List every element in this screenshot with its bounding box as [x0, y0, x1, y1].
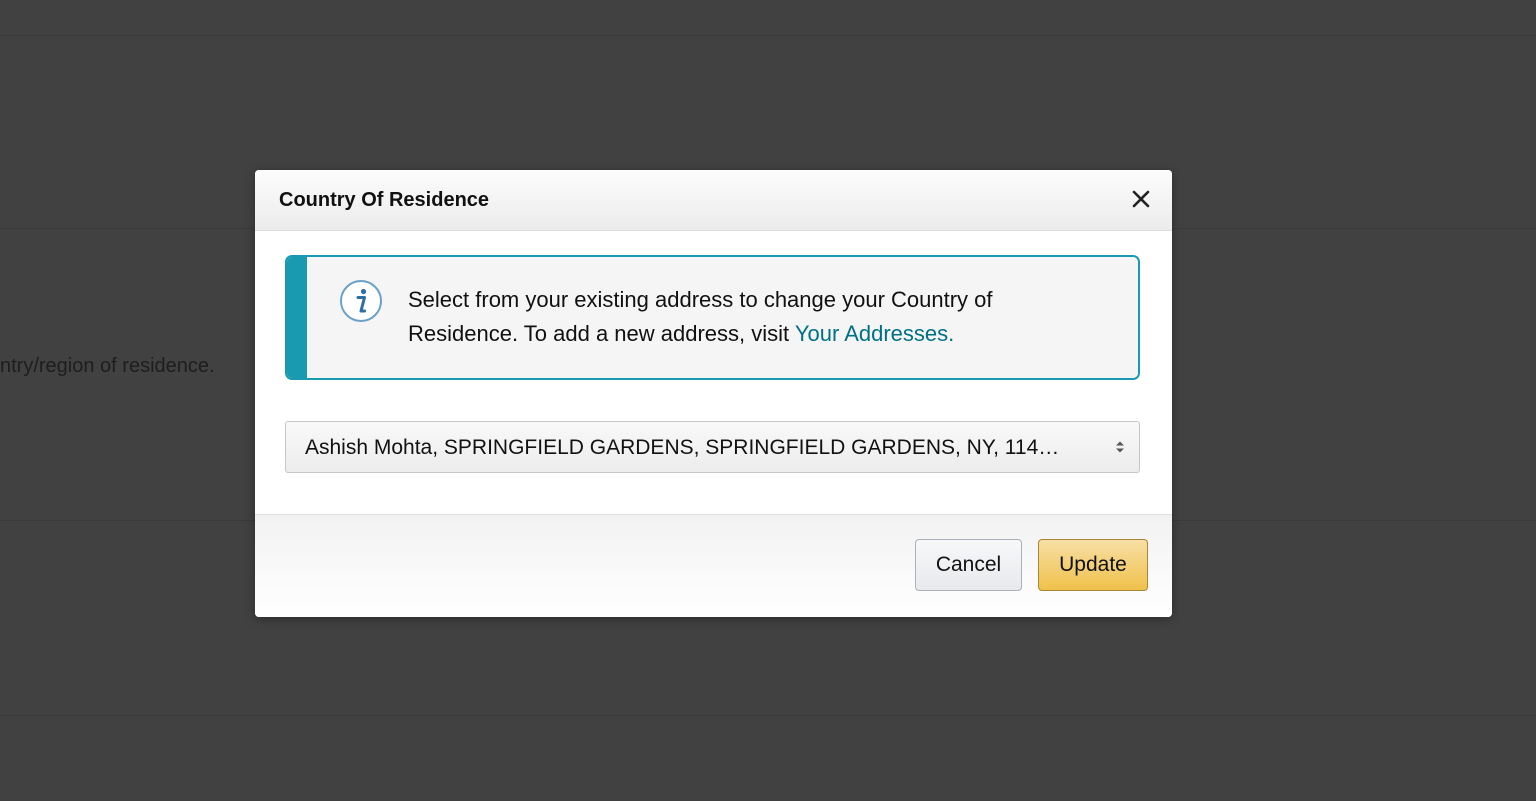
- country-of-residence-dialog: Country Of Residence Select from your ex…: [255, 170, 1172, 617]
- cancel-button[interactable]: Cancel: [915, 539, 1022, 591]
- info-message: Select from your existing address to cha…: [408, 283, 1108, 351]
- dialog-header: Country Of Residence: [255, 170, 1172, 231]
- background-divider: [0, 35, 1536, 36]
- close-button[interactable]: [1126, 184, 1156, 214]
- info-icon: [340, 280, 382, 322]
- select-arrows-icon: [1116, 441, 1124, 453]
- dialog-footer: Cancel Update: [255, 514, 1172, 617]
- address-select[interactable]: Ashish Mohta, SPRINGFIELD GARDENS, SPRIN…: [285, 421, 1140, 473]
- alert-accent-bar: [287, 257, 305, 378]
- alert-body: Select from your existing address to cha…: [305, 257, 1138, 378]
- update-button[interactable]: Update: [1038, 539, 1148, 591]
- address-select-value: Ashish Mohta, SPRINGFIELD GARDENS, SPRIN…: [305, 436, 1060, 459]
- close-icon: [1132, 190, 1150, 208]
- info-alert: Select from your existing address to cha…: [285, 255, 1140, 380]
- background-text: ntry/region of residence.: [0, 355, 215, 377]
- your-addresses-link[interactable]: Your Addresses.: [795, 321, 954, 346]
- background-divider: [0, 715, 1536, 716]
- dialog-title: Country Of Residence: [279, 189, 490, 211]
